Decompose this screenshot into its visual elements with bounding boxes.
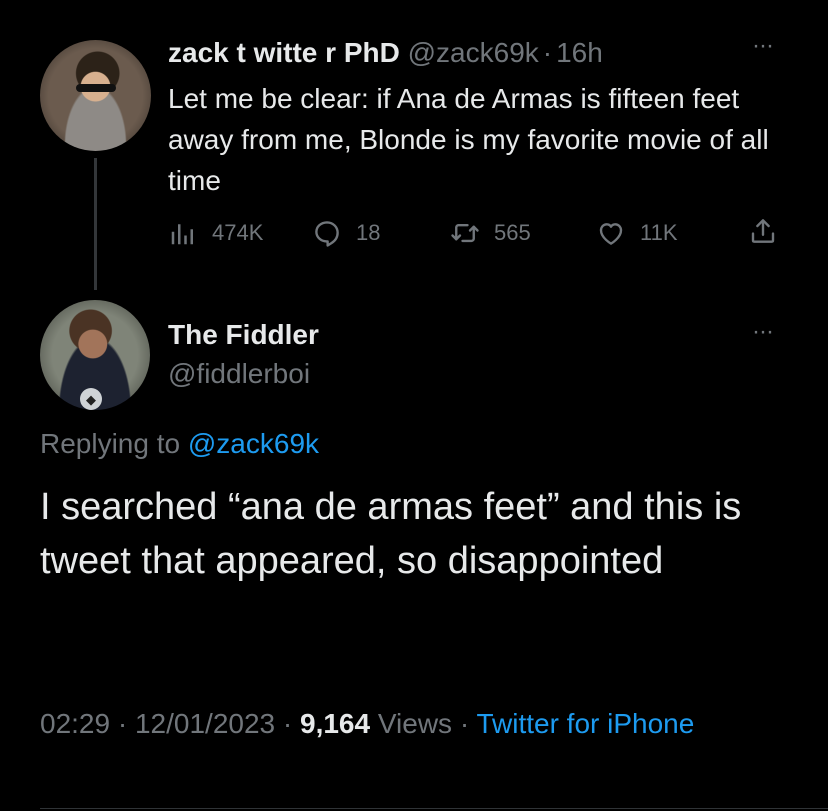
heart-icon [599, 223, 623, 245]
like-action[interactable]: 11K [596, 218, 678, 248]
thread-line [94, 158, 97, 290]
share-upload-icon [751, 219, 775, 243]
display-name[interactable]: The Fiddler [168, 317, 319, 353]
replying-prefix: Replying to [40, 428, 181, 459]
replying-handle-link[interactable]: @zack69k [188, 428, 319, 459]
tweet-text: I searched “ana de armas feet” and this … [40, 486, 742, 582]
meta-dot: · [110, 708, 135, 739]
views-label: Views [377, 708, 453, 739]
tweet-date[interactable]: 12/01/2023 [135, 708, 275, 739]
reply-bubble-icon [315, 221, 339, 247]
like-count: 11K [640, 220, 678, 245]
tweet-time[interactable]: 02:29 [40, 708, 110, 739]
views-count: 474K [212, 220, 264, 245]
retweet-icon [451, 223, 479, 243]
meta-dot: · [275, 708, 300, 739]
handle[interactable]: @fiddlerboi [168, 356, 310, 392]
views-action[interactable]: 474K [168, 218, 263, 248]
replying-to-line: Replying to @zack69k [40, 424, 319, 464]
display-name[interactable]: zack t witte r PhD [168, 37, 400, 68]
more-options-icon[interactable]: ··· [752, 320, 774, 344]
source-link[interactable]: Twitter for iPhone [476, 708, 694, 739]
more-options-icon[interactable]: ··· [752, 34, 774, 58]
reply-count: 18 [356, 220, 381, 245]
reply-action[interactable]: 18 [312, 218, 380, 248]
tweet-meta: 02:29 · 12/01/2023 · 9,164 Views · Twitt… [40, 703, 800, 745]
sunglasses-graphic [76, 84, 116, 92]
timestamp[interactable]: 16h [556, 37, 603, 68]
divider [40, 808, 828, 809]
retweet-action[interactable]: 565 [450, 218, 531, 248]
tweet-header: zack t witte r PhD @zack69k · 16h [168, 33, 603, 73]
meta-dot: · [452, 708, 477, 739]
bar-chart-icon [171, 224, 193, 245]
separator-dot: · [542, 37, 553, 68]
avatar-zack[interactable] [40, 40, 151, 151]
tweet-text: Let me be clear: if Ana de Armas is fift… [168, 83, 769, 196]
views-count: 9,164 [300, 708, 371, 739]
community-badge-icon: ◆ [80, 388, 102, 410]
share-action[interactable] [748, 216, 792, 246]
handle[interactable]: @zack69k [408, 37, 539, 68]
retweet-count: 565 [494, 220, 531, 245]
